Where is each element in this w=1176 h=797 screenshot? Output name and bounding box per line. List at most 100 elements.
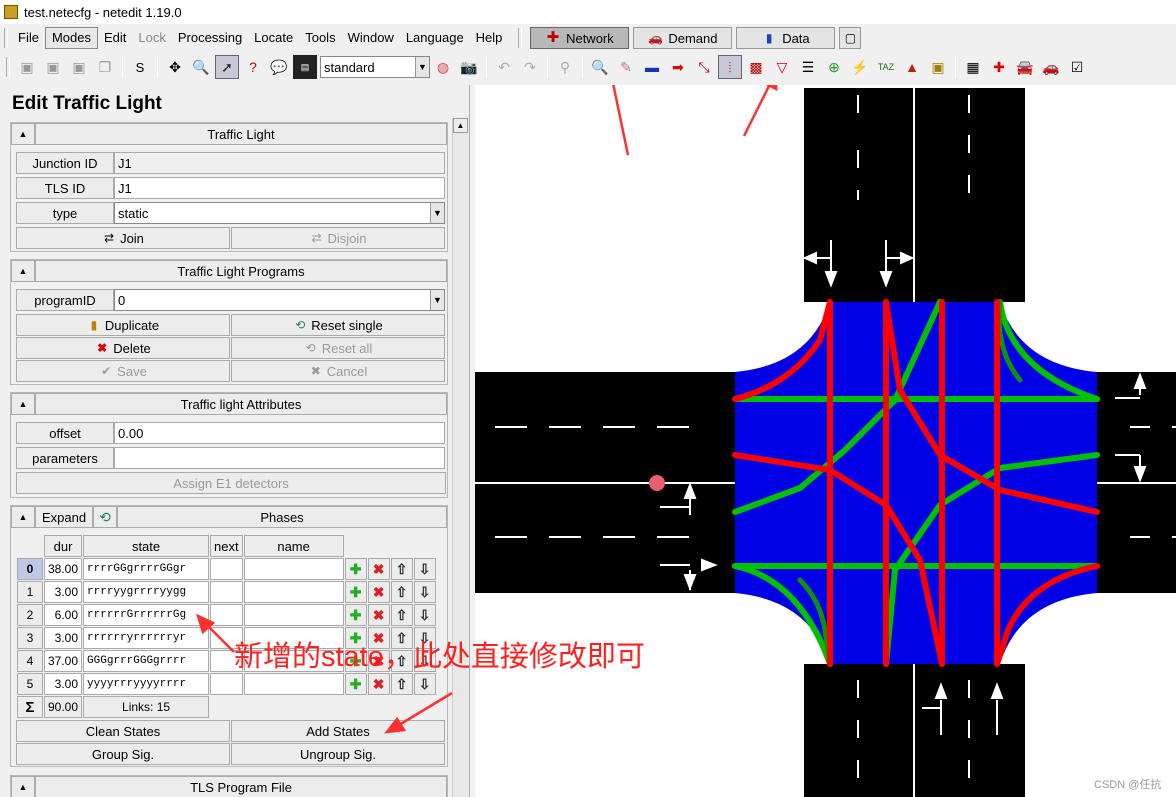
locate-icon[interactable]: ⚲ [553,55,577,79]
ungroup-sig-button[interactable]: Ungroup Sig. [231,743,445,765]
color-scheme-select[interactable]: standard ▼ [320,56,430,78]
collapse-toggle-icon[interactable]: ▲ [11,393,35,415]
phase-index[interactable]: 1 [17,581,43,603]
phase-index[interactable]: 2 [17,604,43,626]
phase-state-field[interactable]: yyyyrrryyyyrrrr [83,673,210,695]
inspect-mode-icon[interactable]: 🔍 [588,55,612,79]
phase-name-field[interactable] [243,581,344,603]
delete-phase-icon[interactable]: ✖ [367,604,390,626]
program-id-select[interactable]: 0 ▼ [114,289,445,311]
delete-phase-icon[interactable]: ✖ [367,581,390,603]
assign-e1-detectors-button[interactable]: Assign E1 detectors [16,472,446,494]
move-down-icon[interactable]: ⇩ [413,558,436,580]
phase-next-field[interactable] [210,558,243,580]
tls-id-field[interactable]: J1 [114,177,445,199]
clean-states-button[interactable]: Clean States [16,720,230,742]
add-phase-icon[interactable]: ✚ [344,604,367,626]
reset-all-button[interactable]: ⟲ Reset all [231,337,445,359]
phase-duration-field[interactable]: 3.00 [44,673,83,695]
menubar-grip[interactable] [4,28,8,48]
phase-state-field[interactable]: rrrryygrrrryygg [83,581,210,603]
reset-single-button[interactable]: ⟲ Reset single [231,314,445,336]
vehicle-route-icon[interactable]: 🚗 [1039,55,1063,79]
move-down-icon[interactable]: ⇩ [413,581,436,603]
create-edge-icon[interactable]: ⤡ [692,55,716,79]
delete-mode-icon[interactable]: ✎ [614,55,638,79]
delete-button[interactable]: ✖ Delete [16,337,230,359]
crossing-icon[interactable]: ☰ [796,55,820,79]
supermode-grip[interactable] [518,28,523,48]
join-button[interactable]: ⇄ Join [16,227,230,249]
collapse-toggle-icon[interactable]: ▲ [11,260,35,282]
phase-name-field[interactable] [243,673,344,695]
move-up-icon[interactable]: ⇧ [390,581,413,603]
tooltip-icon[interactable]: 💬 [267,55,291,79]
shape-icon[interactable]: ⚡ [848,55,872,79]
wire-icon[interactable]: ⊕ [822,55,846,79]
redo-icon[interactable]: ↷ [518,55,542,79]
phase-index[interactable]: 5 [17,673,43,695]
phase-index[interactable]: 3 [17,627,43,649]
color-wheel-icon[interactable]: ◍ [431,55,455,79]
menu-window[interactable]: Window [342,28,400,48]
selected-junction-marker[interactable] [649,475,665,491]
network-view[interactable] [475,85,1176,797]
add-phase-icon[interactable]: ✚ [344,558,367,580]
s-button[interactable]: S [128,55,152,79]
prohibition-icon[interactable]: ▽ [770,55,794,79]
move-down-icon[interactable]: ⇩ [413,673,436,695]
move-up-icon[interactable]: ⇧ [390,604,413,626]
polygon-icon[interactable]: ▲ [900,55,924,79]
checklist-icon[interactable]: ☑ [1065,55,1089,79]
collapse-toggle-icon[interactable]: ▲ [11,123,35,145]
inspect-icon[interactable]: ? [241,55,265,79]
panel-scrollbar[interactable]: ▲ [452,118,468,797]
screenshot-icon[interactable]: 📷 [457,55,481,79]
grid-icon[interactable]: ▦ [961,55,985,79]
phase-name-field[interactable] [243,558,344,580]
reset-phases-icon[interactable]: ⟲ [93,506,117,528]
parameters-field[interactable] [114,447,445,469]
phase-state-field[interactable]: rrrrGGgrrrrGGgr [83,558,210,580]
phase-duration-field[interactable]: 38.00 [44,558,83,580]
menu-icon[interactable]: ▤ [293,55,317,79]
phase-name-field[interactable] [243,604,344,626]
save-network-icon[interactable]: ▣ [67,55,91,79]
expand-button[interactable]: Expand [35,506,93,528]
phase-state-field[interactable]: GGGgrrrGGGgrrrr [83,650,210,672]
scroll-up-icon[interactable]: ▲ [453,118,468,133]
move-view-icon[interactable]: ✥ [163,55,187,79]
additional-mode-icon[interactable]: ▩ [744,55,768,79]
demand-mode-button[interactable]: 🚗 Demand [633,27,733,49]
menu-lock[interactable]: Lock [132,28,171,48]
add-phase-icon[interactable]: ✚ [344,581,367,603]
menu-edit[interactable]: Edit [98,28,132,48]
menu-language[interactable]: Language [400,28,470,48]
select-area-icon[interactable]: ▬ [640,55,664,79]
move-mode-icon[interactable]: ➡ [666,55,690,79]
vehicle-icon[interactable]: 🚘 [1013,55,1037,79]
group-sig-button[interactable]: Group Sig. [16,743,230,765]
duplicate-button[interactable]: ▮ Duplicate [16,314,230,336]
add-phase-icon[interactable]: ✚ [344,673,367,695]
phase-next-field[interactable] [210,604,243,626]
type-select[interactable]: static ▼ [114,202,445,224]
network-mode-button[interactable]: ✚ Network [530,27,630,49]
phase-index[interactable]: 4 [17,650,43,672]
parameters-button[interactable]: parameters [16,447,114,469]
taz-icon[interactable]: TAZ [874,55,898,79]
zoom-icon[interactable]: 🔍 [189,55,213,79]
junction-shape-icon[interactable]: ✚ [987,55,1011,79]
phase-state-field[interactable]: rrrrrrGrrrrrrGg [83,604,210,626]
menu-help[interactable]: Help [470,28,509,48]
menu-modes[interactable]: Modes [44,27,98,49]
move-down-icon[interactable]: ⇩ [413,604,436,626]
phase-state-field[interactable]: rrrrrryrrrrrryr [83,627,210,649]
data-mode-button[interactable]: ▮ Data [736,27,836,49]
phase-duration-field[interactable]: 3.00 [44,581,83,603]
menu-processing[interactable]: Processing [172,28,248,48]
offset-field[interactable]: 0.00 [114,422,445,444]
select-mode-icon[interactable]: ➚ [215,55,239,79]
phase-next-field[interactable] [210,673,243,695]
add-states-button[interactable]: Add States [231,720,445,742]
